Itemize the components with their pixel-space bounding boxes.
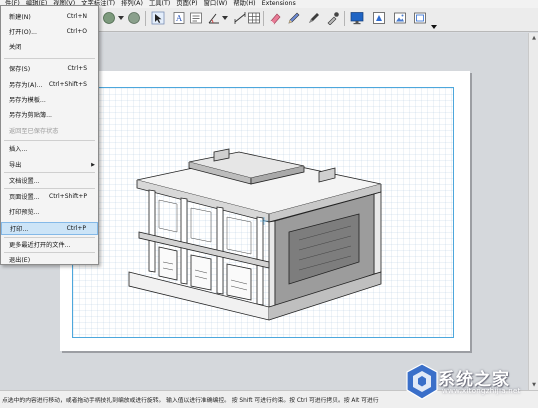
toolbar-separator [145,11,146,26]
menu-item-open[interactable]: 打开(O)... Ctrl+O [1,25,98,38]
watermark: 系统之家 www.xitongzhijia.net [404,362,534,402]
angle-tool-icon[interactable] [207,11,221,25]
dropdown-arrow-icon[interactable] [117,11,125,25]
toolbar-separator [263,11,264,26]
image-frame-icon[interactable] [413,11,427,25]
more-dropdown-icon[interactable] [430,20,438,34]
dimension-tool-icon[interactable] [233,11,247,25]
menu-item-insert[interactable]: 插入... [1,142,98,155]
menu-separator [4,172,95,173]
watermark-url: www.xitongzhijia.net [442,387,521,395]
menu-arrange[interactable]: 排列(A) [118,0,146,8]
menu-item-revert[interactable]: 返回至已保存状态 [1,124,98,137]
menu-separator [4,188,95,189]
eyedropper-icon[interactable] [326,11,340,25]
pen-icon[interactable] [307,11,321,25]
menu-separator [4,58,95,59]
vertical-scrollbar[interactable]: ▲ ▼ [528,33,538,390]
menu-item-save-as[interactable]: 另存为(A)... Ctrl+Shift+S [1,78,98,91]
status-text: 点选中的内容进行移动，或者拖动手柄技扎到编放或进行旋转。 输入值以进行准确编控。… [2,398,379,404]
menu-item-print-preview[interactable]: 打印预览... [1,205,98,218]
menu-item-export[interactable]: 导出 ▶ [1,158,98,171]
svg-text:A: A [175,14,182,23]
menu-item-page-setup[interactable]: 页面设置... Ctrl+Shift+P [1,190,98,203]
monitor-icon[interactable] [350,11,364,25]
color-circle-icon[interactable] [127,11,141,25]
document-page[interactable] [60,71,470,351]
menu-tools[interactable]: 工具(T) [146,0,173,8]
select-icon[interactable] [151,11,165,25]
menu-item-save-as-template[interactable]: 另存为模板... [1,93,98,106]
scroll-up-arrow-icon[interactable]: ▲ [530,34,538,42]
watermark-logo-icon [406,363,438,400]
menu-item-save-as-scrapbook[interactable]: 另存为剪贴簿... [1,108,98,121]
text-icon[interactable]: A [172,11,186,25]
menu-item-print[interactable]: 打印... Ctrl+P [1,222,98,235]
menu-item-exit[interactable]: 退出(E) [1,253,98,266]
menu-item-document-setup[interactable]: 文档设置... [1,174,98,187]
menu-window[interactable]: 窗口(W) [201,0,231,8]
print-area-border [72,87,454,338]
menu-pages[interactable]: 页面(P) [173,0,200,8]
toolbar-separator [344,11,345,26]
image-icon[interactable] [393,11,407,25]
menu-item-save[interactable]: 保存(S) Ctrl+S [1,62,98,75]
menu-item-close[interactable]: 关闭 [1,40,98,53]
submenu-arrow-icon: ▶ [91,161,95,168]
shapes-icon[interactable] [102,11,116,25]
eraser-icon[interactable] [268,11,282,25]
building-model-viewport[interactable] [119,122,389,342]
table-icon[interactable] [247,11,261,25]
menu-separator [4,140,95,141]
text-box-icon[interactable] [189,11,203,25]
add-model-icon[interactable] [372,11,386,25]
dropdown-arrow-icon[interactable] [221,11,229,25]
file-menu-dropdown: 新建(N) Ctrl+N 打开(O)... Ctrl+O 关闭 保存(S) Ct… [0,5,99,265]
menu-help[interactable]: 帮助(H) [230,0,258,8]
pencil-icon[interactable] [287,11,301,25]
menu-item-recent-files[interactable]: 更多最近打开的文件... [1,238,98,251]
menu-item-new[interactable]: 新建(N) Ctrl+N [1,10,98,23]
menu-extensions[interactable]: Extensions [259,0,299,8]
